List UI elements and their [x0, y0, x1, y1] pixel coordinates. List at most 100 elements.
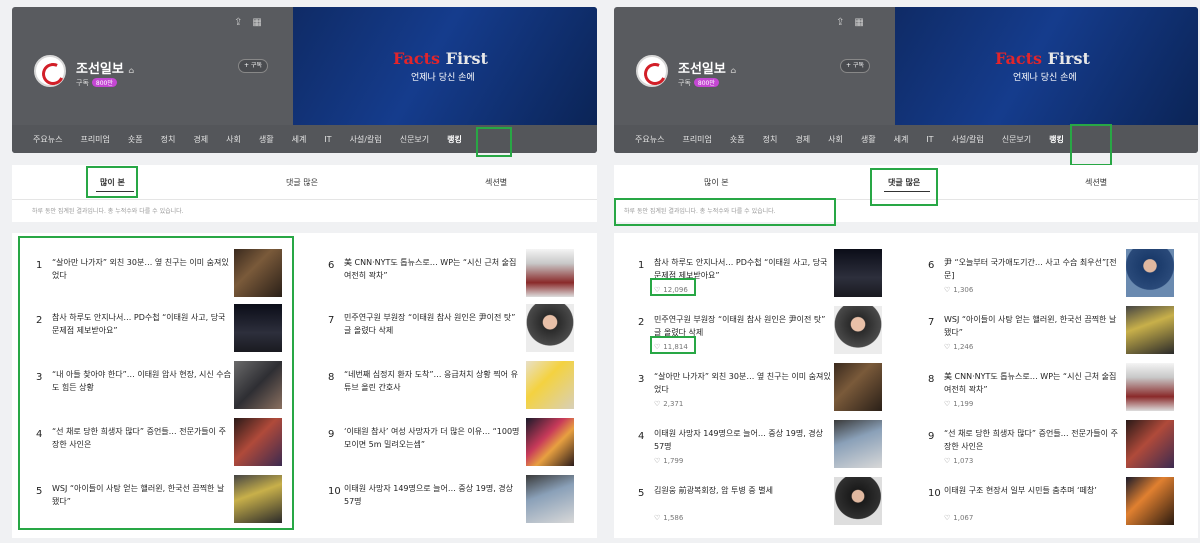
list-item[interactable]: 7 민주연구원 부원장 “이태원 참사 원인은 尹이전 탓” 글 올렸다 삭제: [328, 304, 578, 356]
comment-icon: ♡: [654, 400, 661, 408]
nav-item[interactable]: IT: [324, 135, 331, 144]
list-item[interactable]: 4 이태원 사망자 149명으로 늘어… 중상 19명, 경상 57명 ♡ 1,7…: [638, 420, 888, 472]
rank-number: 2: [638, 317, 645, 328]
nav-item[interactable]: IT: [926, 135, 933, 144]
highlight-box: [18, 236, 294, 530]
list-item[interactable]: 9 “선 채로 당한 희생자 많다” 증언들… 전문가들이 주장한 사인은 ♡ 1…: [928, 420, 1178, 472]
rank-number: 7: [928, 317, 935, 328]
subscribe-button[interactable]: + 구독: [840, 59, 870, 73]
article-title[interactable]: “선 채로 당한 희생자 많다” 증언들… 전문가들이 주장한 사인은: [944, 427, 1124, 453]
nav-item[interactable]: 숏폼: [128, 134, 143, 145]
tab-most-commented[interactable]: 댓글 많은: [286, 177, 318, 188]
press-logo[interactable]: [636, 55, 668, 87]
article-title[interactable]: 이태원 구조 현장서 일부 시민들 춤추며 ‘떼창’: [944, 484, 1124, 497]
list-item[interactable]: 10 이태원 구조 현장서 일부 시민들 춤추며 ‘떼창’ ♡ 1,067: [928, 477, 1178, 529]
list-item[interactable]: 5 김원웅 前광복회장, 암 투병 중 별세 ♡ 1,586: [638, 477, 888, 529]
article-thumbnail[interactable]: [526, 475, 574, 523]
tab-most-viewed[interactable]: 많이 본: [704, 177, 729, 188]
article-thumbnail[interactable]: [1126, 249, 1174, 297]
comment-count: ♡ 1,073: [944, 457, 974, 465]
rank-number: 3: [638, 374, 645, 385]
comment-icon: ♡: [944, 457, 951, 465]
grid-icon[interactable]: ▦: [854, 17, 863, 28]
nav-item[interactable]: 신문보기: [400, 134, 429, 145]
nav-item[interactable]: 프리미엄: [80, 134, 109, 145]
nav-item[interactable]: 정치: [763, 134, 778, 145]
comment-count: ♡ 1,199: [944, 400, 974, 408]
publisher-name[interactable]: 조선일보 ⌂: [76, 58, 134, 77]
list-item[interactable]: 10 이태원 사망자 149명으로 늘어… 중상 19명, 경상 57명: [328, 475, 578, 527]
article-thumbnail[interactable]: [1126, 420, 1174, 468]
article-thumbnail[interactable]: [834, 306, 882, 354]
list-item[interactable]: 3 “살아만 나가자” 외친 30분… 옆 친구는 이미 숨져있었다 ♡ 2,37…: [638, 363, 888, 415]
article-thumbnail[interactable]: [526, 418, 574, 466]
publisher-name[interactable]: 조선일보 ⌂: [678, 58, 736, 77]
nav-item[interactable]: 주요뉴스: [33, 134, 62, 145]
article-title[interactable]: WSJ “아이들이 사탕 얻는 핼러윈, 한국선 끔찍한 날 됐다”: [944, 313, 1124, 339]
nav-item[interactable]: 숏폼: [730, 134, 745, 145]
home-icon[interactable]: ⌂: [730, 66, 736, 75]
nav-item[interactable]: 세계: [894, 134, 909, 145]
article-thumbnail[interactable]: [834, 477, 882, 525]
comment-count: ♡ 1,586: [654, 514, 684, 522]
nav-item[interactable]: 생활: [259, 134, 274, 145]
list-item[interactable]: 6 美 CNN·NYT도 톱뉴스로… WP는 “시신 근처 술집 여전히 꽉차”: [328, 249, 578, 301]
nav-item[interactable]: 사회: [226, 134, 241, 145]
home-icon[interactable]: ⌂: [128, 66, 134, 75]
article-title[interactable]: “네번째 심정지 환자 도착”… 응급처치 상황 찍어 유튜브 올린 간호사: [344, 368, 524, 394]
tab-by-section[interactable]: 섹션별: [1085, 177, 1107, 188]
tab-by-section[interactable]: 섹션별: [485, 177, 507, 188]
article-title[interactable]: 美 CNN·NYT도 톱뉴스로… WP는 “시신 근처 술집 여전히 꽉차”: [944, 370, 1124, 396]
nav-item[interactable]: 사설/칼럼: [350, 134, 382, 145]
nav-item[interactable]: 사회: [828, 134, 843, 145]
banner-title: Facts First: [393, 49, 488, 68]
nav-item[interactable]: 신문보기: [1002, 134, 1031, 145]
subscribe-button[interactable]: + 구독: [238, 59, 268, 73]
rank-number: 6: [328, 260, 335, 271]
article-thumbnail[interactable]: [1126, 363, 1174, 411]
article-title[interactable]: 이태원 사망자 149명으로 늘어… 중상 19명, 경상 57명: [654, 427, 834, 453]
grid-icon[interactable]: ▦: [252, 17, 261, 28]
article-thumbnail[interactable]: [1126, 477, 1174, 525]
share-icon[interactable]: ⇪: [234, 17, 242, 28]
comment-count: ♡ 2,371: [654, 400, 684, 408]
article-title[interactable]: “살아만 나가자” 외친 30분… 옆 친구는 이미 숨져있었다: [654, 370, 834, 396]
list-item[interactable]: 8 美 CNN·NYT도 톱뉴스로… WP는 “시신 근처 술집 여전히 꽉차”…: [928, 363, 1178, 415]
article-thumbnail[interactable]: [1126, 306, 1174, 354]
article-title[interactable]: 尹 “오늘부터 국가애도기간… 사고 수습 최우선”[전문]: [944, 256, 1124, 282]
nav-item[interactable]: 경제: [193, 134, 208, 145]
nav-item[interactable]: 주요뉴스: [635, 134, 664, 145]
article-thumbnail[interactable]: [834, 420, 882, 468]
list-item[interactable]: 6 尹 “오늘부터 국가애도기간… 사고 수습 최우선”[전문] ♡ 1,306: [928, 249, 1178, 301]
article-title[interactable]: 김원웅 前광복회장, 암 투병 중 별세: [654, 484, 834, 497]
article-title[interactable]: 이태원 사망자 149명으로 늘어… 중상 19명, 경상 57명: [344, 482, 524, 508]
divider: [12, 199, 597, 200]
nav-item[interactable]: 프리미엄: [682, 134, 711, 145]
press-logo[interactable]: [34, 55, 66, 87]
rank-number: 10: [328, 486, 341, 497]
article-thumbnail[interactable]: [526, 249, 574, 297]
article-title[interactable]: 美 CNN·NYT도 톱뉴스로… WP는 “시신 근처 술집 여전히 꽉차”: [344, 256, 524, 282]
share-icon[interactable]: ⇪: [836, 17, 844, 28]
nav-item[interactable]: 세계: [292, 134, 307, 145]
nav-item[interactable]: 사설/칼럼: [952, 134, 984, 145]
list-item[interactable]: 9 ‘이태원 참사’ 여성 사망자가 더 많은 이유… “100명 모이면 5m…: [328, 418, 578, 470]
rank-number: 9: [328, 429, 335, 440]
press-banner: Facts First 언제나 당신 손에: [293, 7, 597, 125]
nav-item[interactable]: 정치: [161, 134, 176, 145]
article-thumbnail[interactable]: [526, 361, 574, 409]
list-item[interactable]: 8 “네번째 심정지 환자 도착”… 응급처치 상황 찍어 유튜브 올린 간호사: [328, 361, 578, 413]
nav-item-ranking[interactable]: 랭킹: [1049, 134, 1064, 145]
article-title[interactable]: 민주연구원 부원장 “이태원 참사 원인은 尹이전 탓” 글 올렸다 삭제: [344, 311, 524, 337]
article-thumbnail[interactable]: [834, 249, 882, 297]
article-thumbnail[interactable]: [834, 363, 882, 411]
tally-note: 하루 동안 집계된 결과입니다. 총 누적수와 다를 수 있습니다.: [32, 208, 184, 215]
nav-item[interactable]: 경제: [795, 134, 810, 145]
list-item[interactable]: 7 WSJ “아이들이 사탕 얻는 핼러윈, 한국선 끔찍한 날 됐다” ♡ 1,…: [928, 306, 1178, 358]
comment-count: ♡ 1,306: [944, 286, 974, 294]
nav-item-ranking[interactable]: 랭킹: [447, 134, 462, 145]
article-title[interactable]: ‘이태원 참사’ 여성 사망자가 더 많은 이유… “100명 모이면 5m 밀…: [344, 425, 524, 451]
subscriber-info: 구독 800만: [76, 78, 117, 88]
article-thumbnail[interactable]: [526, 304, 574, 352]
nav-item[interactable]: 생활: [861, 134, 876, 145]
